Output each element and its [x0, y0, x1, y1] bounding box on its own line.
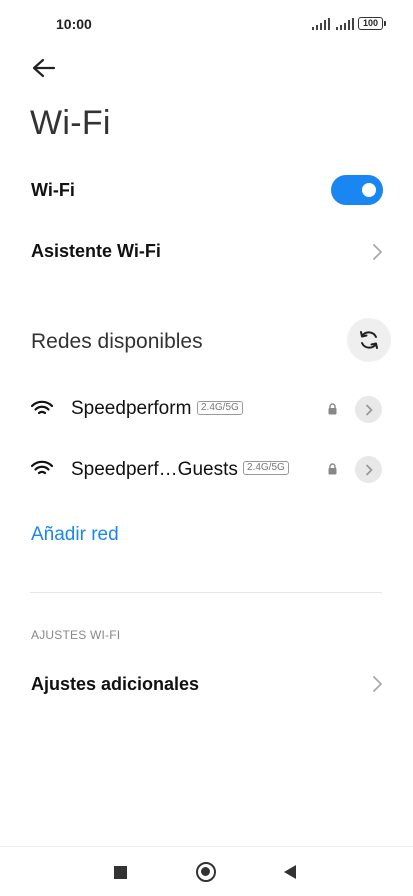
wifi-assistant-row[interactable]: Asistente Wi-Fi — [0, 232, 413, 272]
status-bar: 10:00 100 — [0, 0, 413, 48]
lock-icon — [328, 463, 337, 475]
navigation-bar — [0, 846, 413, 896]
network-name: Speedperform — [71, 398, 192, 419]
band-badge: 2.4G/5G — [243, 461, 289, 475]
divider — [30, 592, 382, 593]
network-details-button[interactable] — [355, 456, 382, 483]
additional-settings-row[interactable]: Ajustes adicionales — [0, 664, 413, 704]
refresh-button[interactable] — [347, 318, 391, 362]
refresh-icon — [360, 331, 378, 349]
wifi-toggle-label: Wi-Fi — [31, 180, 75, 200]
wifi-signal-icon — [31, 460, 53, 475]
add-network-link[interactable]: Añadir red — [31, 524, 119, 546]
chevron-right-icon — [365, 404, 372, 415]
network-item[interactable]: Speedperform 2.4G/5G — [0, 384, 413, 434]
recents-button[interactable] — [114, 866, 127, 879]
cellular-signal-icon — [312, 18, 330, 30]
network-name: Speedperf…Guests — [71, 459, 238, 480]
chevron-right-icon — [373, 676, 382, 692]
chevron-right-icon — [373, 244, 382, 260]
wifi-settings-caption: AJUSTES WI-FI — [31, 628, 121, 642]
chevron-right-icon — [365, 464, 372, 475]
home-button[interactable] — [196, 862, 216, 882]
cellular-signal-icon — [336, 18, 354, 30]
lock-icon — [328, 403, 337, 415]
arrow-left-icon[interactable] — [30, 56, 58, 80]
network-item[interactable]: Speedperf…Guests 2.4G/5G — [0, 444, 413, 494]
status-time: 10:00 — [56, 16, 92, 32]
wifi-assistant-label: Asistente Wi-Fi — [31, 241, 161, 261]
back-button[interactable] — [284, 865, 296, 879]
network-details-button[interactable] — [355, 396, 382, 423]
toggle-knob — [362, 183, 376, 197]
battery-icon: 100 — [358, 17, 386, 30]
page-title: Wi-Fi — [30, 104, 111, 142]
available-networks-title: Redes disponibles — [31, 330, 203, 353]
additional-settings-label: Ajustes adicionales — [31, 674, 200, 694]
wifi-signal-icon — [31, 400, 53, 415]
band-badge: 2.4G/5G — [197, 401, 243, 415]
wifi-toggle-switch[interactable] — [331, 175, 383, 205]
